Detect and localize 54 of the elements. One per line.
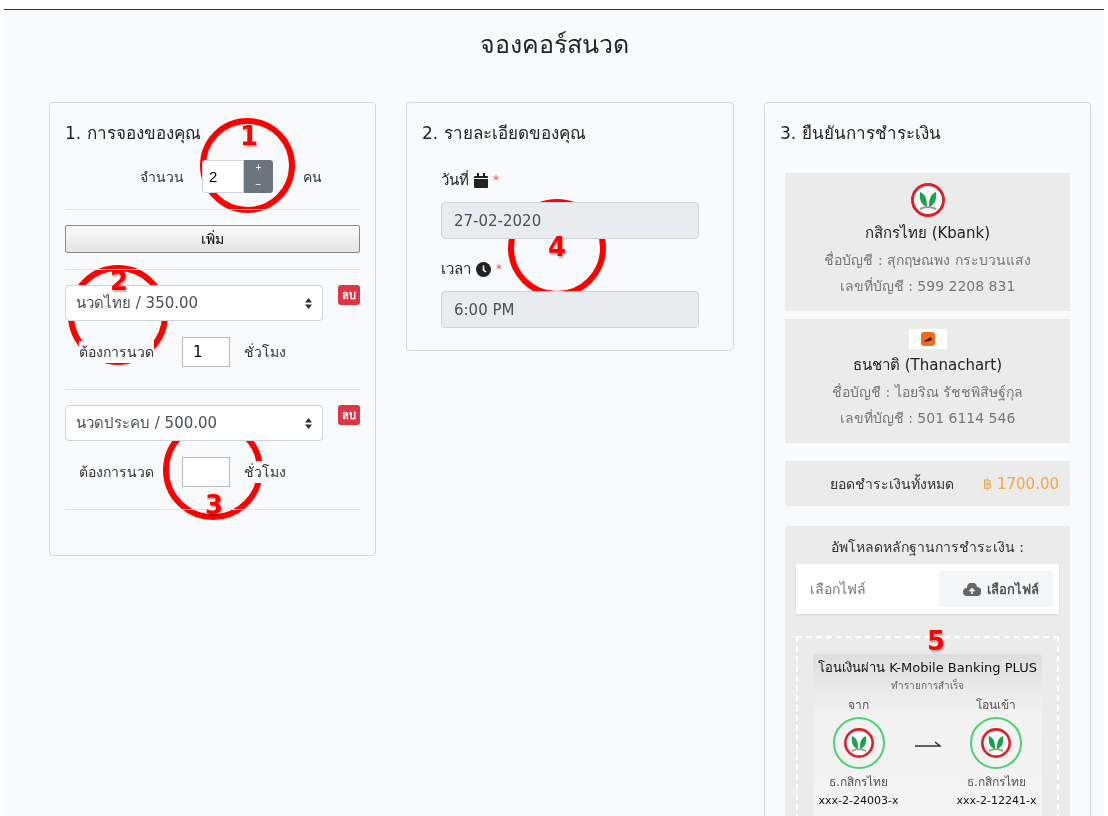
delete-button[interactable]: ลบ: [338, 285, 360, 305]
cloud-upload-icon: [963, 582, 981, 596]
account-name: ชื่อบัญชี : ไอยริณ รัชชพิสิษฐ์กุล: [831, 382, 1024, 403]
file-input[interactable]: เลือกไฟล์ เลือกไฟล์: [796, 564, 1059, 614]
annotation-number: 3: [205, 492, 224, 518]
slip-title: โอนเงินผ่าน K-Mobile Banking PLUS: [818, 659, 1037, 677]
card-title: 2. รายละเอียดของคุณ: [422, 122, 586, 146]
bank-name: ธนชาติ (Thanachart): [853, 355, 1002, 376]
annotation-number: 1: [240, 123, 259, 149]
from-label: จาก: [848, 697, 869, 714]
people-input[interactable]: 2: [202, 160, 244, 193]
bank-name: กสิกรไทย (Kbank): [864, 223, 991, 244]
sort-caret-icon: [305, 297, 312, 309]
file-placeholder: เลือกไฟล์: [810, 580, 866, 599]
slip-account: xxx-2-12241-x: [956, 794, 1037, 807]
annotation-number: 5: [927, 628, 946, 654]
slip-bank: ธ.กสิกรไทย: [967, 774, 1026, 791]
account-number: เลขที่บัญชี : 501 6114 546: [839, 408, 1016, 428]
readonly-field[interactable]: 6:00 PM: [441, 291, 699, 328]
slip-bank: ธ.กสิกรไทย: [829, 774, 888, 791]
sort-caret-icon: [305, 417, 312, 429]
service-select[interactable]: นวดประคบ / 500.00: [65, 405, 323, 441]
hours-input[interactable]: 1: [182, 337, 230, 367]
clock-icon: [476, 261, 491, 277]
minus-button[interactable]: −: [244, 176, 273, 193]
slip-status: ทำรายการสำเร็จ: [891, 678, 964, 693]
card-title: 3. ยืนยันการชำระเงิน: [780, 122, 941, 145]
calendar-icon: [474, 172, 488, 188]
leaf-logo-icon: [843, 728, 874, 758]
browse-button[interactable]: เลือกไฟล์: [939, 571, 1053, 607]
page-title: จองคอร์สนวด: [478, 29, 630, 61]
hours-label: ต้องการนวด: [79, 341, 154, 363]
field-label: เวลา: [441, 259, 471, 280]
required-mark: *: [493, 173, 499, 187]
account-number: เลขที่บัญชี : 599 2208 831: [839, 276, 1016, 296]
hours-unit: ชั่วโมง: [244, 461, 286, 483]
required-mark: *: [496, 262, 502, 276]
slip-account: xxx-2-24003-x: [818, 794, 899, 807]
bank-logo-icon: [908, 329, 947, 349]
total-label: ยอดชำระเงินทั้งหมด: [830, 473, 954, 494]
upload-label: อัพโหลดหลักฐานการชำระเงิน :: [829, 538, 1026, 558]
card-title: 1. การจองของคุณ: [65, 122, 201, 146]
field-label: วันที่: [441, 169, 469, 191]
leaf-logo-icon: [910, 183, 945, 217]
people-label: จำนวน: [140, 167, 184, 187]
plus-button[interactable]: +: [244, 160, 273, 177]
people-unit: คน: [303, 167, 322, 187]
total-amount: ฿ 1700.00: [982, 474, 1059, 493]
account-name: ชื่อบัญชี : สุกฤษณพง กระบวนแสง: [824, 250, 1031, 271]
to-label: โอนเข้า: [976, 697, 1017, 714]
hours-input[interactable]: [182, 457, 230, 487]
delete-button[interactable]: ลบ: [338, 405, 360, 425]
leaf-logo-icon: [981, 728, 1012, 758]
add-button[interactable]: เพิ่ม: [65, 225, 360, 253]
